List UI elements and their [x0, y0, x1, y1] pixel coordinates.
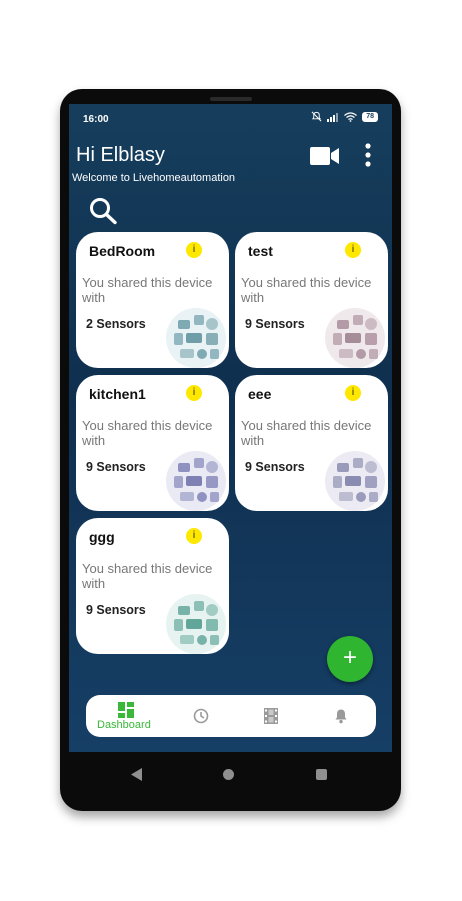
- earpiece-speaker: [210, 97, 252, 101]
- info-icon[interactable]: i: [345, 385, 361, 401]
- device-name: BedRoom: [89, 243, 156, 259]
- tab-dashboard[interactable]: Dashboard: [96, 695, 156, 737]
- tab-media[interactable]: [256, 695, 288, 737]
- sensor-count: 9 Sensors: [245, 317, 305, 331]
- mute-icon: [311, 111, 322, 122]
- camera-icon: [310, 147, 339, 165]
- dashboard-icon: [118, 702, 134, 718]
- device-card-kitchen1[interactable]: kitchen1 i You shared this device with 9…: [76, 375, 229, 511]
- film-icon: [264, 708, 278, 724]
- search-icon: [90, 198, 117, 225]
- greeting-title: Hi Elblasy: [76, 144, 165, 166]
- system-navigation-bar: [60, 752, 401, 811]
- device-name: ggg: [89, 529, 115, 545]
- wifi-icon: [344, 111, 358, 122]
- iot-devices-illustration: [166, 451, 226, 511]
- info-icon[interactable]: i: [186, 385, 202, 401]
- sensor-count: 9 Sensors: [86, 460, 146, 474]
- device-name: test: [248, 243, 273, 259]
- iot-devices-illustration: [325, 451, 385, 511]
- iot-devices-illustration: [166, 594, 226, 654]
- app-screen: 16:00 78 Hi Elblasy Welcome to Livehomea…: [69, 104, 392, 752]
- info-icon[interactable]: i: [186, 242, 202, 258]
- more-vert-icon: [365, 143, 371, 167]
- iot-devices-illustration: [166, 308, 226, 368]
- status-icons: 78: [311, 111, 378, 122]
- welcome-subtitle: Welcome to Livehomeautomation: [72, 172, 236, 184]
- status-bar: 16:00 78: [69, 104, 392, 132]
- device-name: eee: [248, 386, 272, 402]
- device-card-bedroom[interactable]: BedRoom i You shared this device with 2 …: [76, 232, 229, 368]
- sensor-count: 2 Sensors: [86, 317, 146, 331]
- plus-icon: +: [342, 644, 357, 671]
- info-icon[interactable]: i: [186, 528, 202, 544]
- device-card-eee[interactable]: eee i You shared this device with 9 Sens…: [235, 375, 388, 511]
- tab-notifications[interactable]: [326, 695, 358, 737]
- clock-icon: [193, 708, 209, 724]
- battery-icon: 78: [362, 111, 378, 122]
- more-options-button[interactable]: [361, 142, 375, 170]
- sensor-count: 9 Sensors: [245, 460, 305, 474]
- device-name: kitchen1: [89, 386, 146, 402]
- tab-history[interactable]: [186, 695, 218, 737]
- camera-button[interactable]: [310, 145, 340, 167]
- phone-frame: 16:00 78 Hi Elblasy Welcome to Livehomea…: [60, 89, 401, 811]
- tab-dashboard-label: Dashboard: [97, 719, 151, 731]
- home-icon[interactable]: [223, 769, 234, 780]
- signal-icon: [327, 112, 339, 122]
- info-icon[interactable]: i: [345, 242, 361, 258]
- device-card-ggg[interactable]: ggg i You shared this device with 9 Sens…: [76, 518, 229, 654]
- back-icon[interactable]: [130, 768, 143, 781]
- sensor-count: 9 Sensors: [86, 603, 146, 617]
- add-device-button[interactable]: +: [327, 636, 373, 682]
- iot-devices-illustration: [325, 308, 385, 368]
- bottom-navigation: Dashboard: [86, 695, 376, 737]
- device-card-test[interactable]: test i You shared this device with 9 Sen…: [235, 232, 388, 368]
- search-button[interactable]: [88, 196, 120, 226]
- recents-icon[interactable]: [316, 769, 327, 780]
- bell-icon: [335, 709, 347, 724]
- status-time: 16:00: [83, 114, 109, 125]
